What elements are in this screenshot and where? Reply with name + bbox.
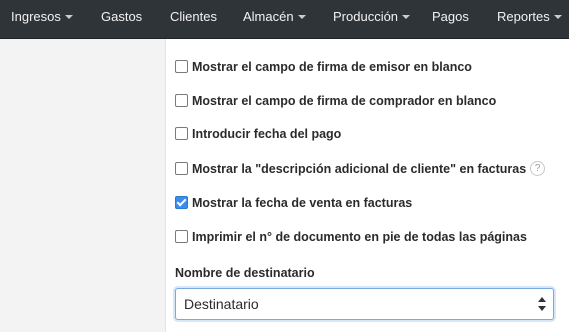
nav-item-label: Clientes (170, 9, 217, 24)
option-label: Mostrar la "descripción adicional de cli… (192, 162, 527, 176)
nav-item-reportes[interactable]: Reportes (497, 0, 562, 33)
select-value: Destinatario (184, 296, 259, 312)
settings-panel: Mostrar el campo de firma de emisor en b… (166, 39, 569, 332)
nav-item-label: Almacén (243, 9, 294, 24)
chevron-down-icon (297, 14, 306, 19)
option-label: Mostrar la fecha de venta en facturas (192, 196, 413, 210)
option-client-description[interactable]: Mostrar la "descripción adicional de cli… (175, 160, 546, 178)
checkbox-blank-buyer-signature[interactable] (175, 94, 188, 108)
nav-item-label: Pagos (432, 9, 469, 24)
option-sale-date[interactable]: Mostrar la fecha de venta en facturas (175, 194, 412, 212)
left-sidebar (0, 39, 166, 332)
option-label: Mostrar el campo de firma de emisor en b… (192, 60, 472, 74)
select-arrows-icon (538, 297, 546, 311)
chevron-down-icon (402, 14, 411, 19)
nav-item-label: Producción (333, 9, 399, 24)
nav-item-clientes[interactable]: Clientes (170, 0, 217, 33)
checkbox-document-number-footer[interactable] (175, 230, 188, 244)
top-navigation-bar: Ingresos Gastos Clientes Almacén Producc… (0, 0, 569, 39)
checkbox-blank-issuer-signature[interactable] (175, 60, 188, 74)
nav-item-gastos[interactable]: Gastos (101, 0, 142, 33)
option-label: Mostrar el campo de firma de comprador e… (192, 94, 497, 108)
nav-item-ingresos[interactable]: Ingresos (11, 0, 73, 33)
nav-item-label: Reportes (497, 9, 550, 24)
option-label: Introducir fecha del pago (192, 127, 342, 141)
nav-item-produccion[interactable]: Producción (333, 0, 411, 33)
chevron-down-icon (64, 14, 73, 19)
option-blank-issuer-signature[interactable]: Mostrar el campo de firma de emisor en b… (175, 58, 472, 76)
option-label: Imprimir el n° de documento en pie de to… (192, 230, 527, 244)
nav-item-pagos[interactable]: Pagos (432, 0, 469, 33)
chevron-down-icon (553, 14, 562, 19)
checkbox-payment-date[interactable] (175, 127, 188, 141)
recipient-name-select[interactable]: Destinatario (175, 288, 554, 320)
help-icon[interactable]: ? (530, 161, 546, 177)
nav-item-label: Ingresos (11, 9, 61, 24)
nav-item-label: Gastos (101, 9, 143, 24)
recipient-name-label: Nombre de destinatario (175, 266, 315, 280)
option-blank-buyer-signature[interactable]: Mostrar el campo de firma de comprador e… (175, 92, 496, 110)
option-document-number-footer[interactable]: Imprimir el n° de documento en pie de to… (175, 228, 527, 246)
nav-item-almacen[interactable]: Almacén (243, 0, 306, 33)
checkbox-client-description[interactable] (175, 162, 188, 176)
option-payment-date[interactable]: Introducir fecha del pago (175, 125, 341, 143)
checkbox-sale-date[interactable] (175, 196, 188, 210)
